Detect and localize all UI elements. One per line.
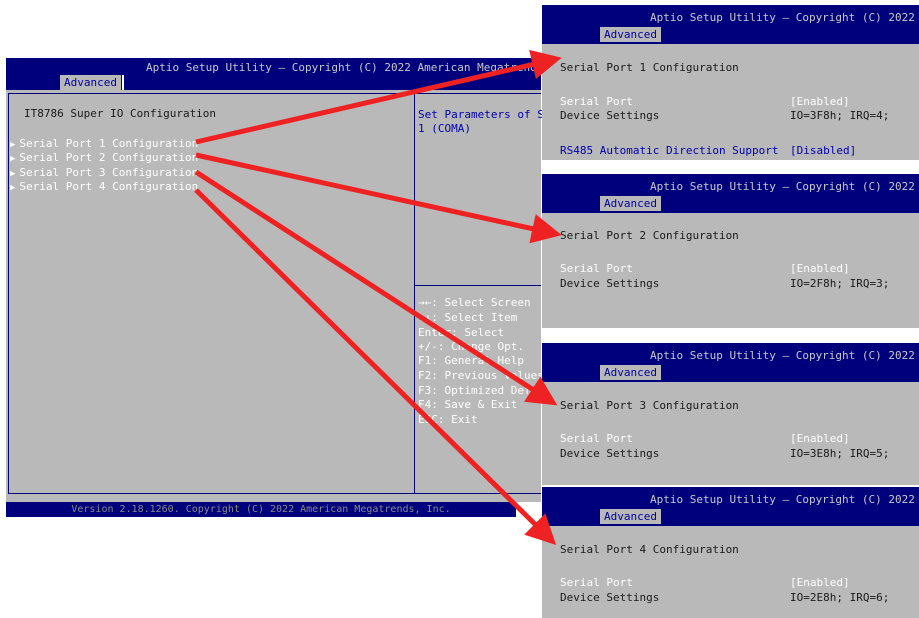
annotation-arrows: [194, 49, 562, 546]
arrow-2: [195, 152, 562, 244]
arrow-1: [195, 49, 562, 145]
